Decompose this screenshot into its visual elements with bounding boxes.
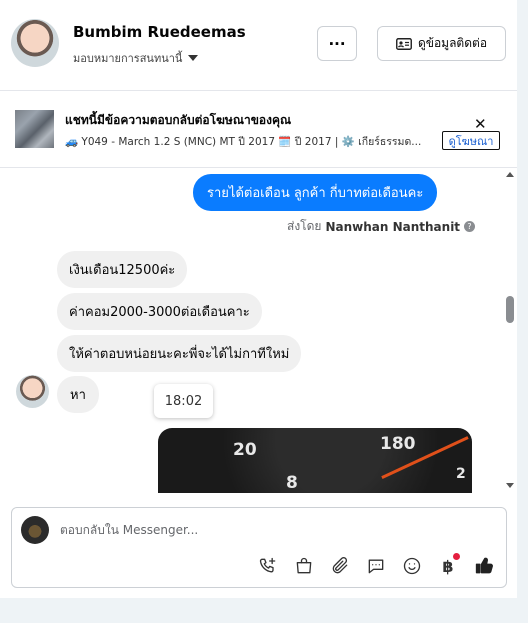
more-options-button[interactable]: ··· (317, 26, 357, 61)
page-avatar (21, 516, 49, 544)
reply-input[interactable] (60, 523, 460, 537)
call-add-icon[interactable] (256, 554, 280, 578)
ad-thumbnail[interactable] (15, 110, 54, 148)
composer-toolbar: ฿ (256, 553, 496, 578)
thumbs-up-icon[interactable] (472, 554, 496, 578)
shopping-bag-icon[interactable] (292, 554, 316, 578)
image-attachment[interactable]: 20 180 8 2 (158, 428, 472, 493)
view-contact-button[interactable]: ดูข้อมูลติดต่อ (377, 26, 506, 61)
contact-card-icon (396, 37, 412, 50)
incoming-message[interactable]: เงินเดือน12500ค่ะ (57, 251, 188, 288)
scroll-up-arrow-icon[interactable] (506, 172, 514, 177)
sender-avatar (16, 375, 49, 408)
scroll-down-arrow-icon[interactable] (506, 483, 514, 488)
ad-divider (0, 167, 517, 168)
sent-by-info: ส่งโดย Nanwhan Nanthanit ? (287, 217, 476, 236)
header-divider (0, 90, 517, 91)
help-icon[interactable]: ? (464, 221, 476, 232)
sent-by-name: Nanwhan Nanthanit (325, 219, 461, 234)
incoming-message[interactable]: ค่าคอม2000-3000ต่อเดือนคาะ (57, 293, 262, 330)
reply-composer: ฿ (11, 507, 507, 588)
outgoing-message[interactable]: รายได้ต่อเดือน ลูกค้า กี่บาทต่อเดือนคะ (193, 174, 438, 211)
baht-symbol: ฿ (442, 556, 454, 576)
gauge-label: 180 (380, 434, 416, 454)
view-contact-label: ดูข้อมูลติดต่อ (417, 36, 488, 50)
paperclip-icon[interactable] (328, 554, 352, 578)
baht-payment-icon[interactable]: ฿ (436, 553, 460, 578)
assign-label: มอบหมายการสนทนานี้ (73, 52, 183, 65)
ad-context-title: แชทนี้มีข้อความตอบกลับต่อโฆษณาของคุณ (65, 113, 292, 127)
ad-context-subtitle: 🚙 Y049 - March 1.2 S (MNC) MT ปี 2017 🗓️… (65, 136, 422, 148)
contact-name[interactable]: Bumbim Ruedeemas (73, 23, 246, 41)
view-ad-link[interactable]: ดูโฆษณา (442, 131, 500, 150)
close-icon[interactable]: ✕ (474, 117, 487, 132)
saved-reply-icon[interactable] (364, 554, 388, 578)
timestamp-tooltip: 18:02 (154, 384, 213, 418)
gauge-label: 2 (456, 466, 466, 482)
caret-down-icon (188, 55, 199, 61)
emoji-icon[interactable] (400, 554, 424, 578)
contact-avatar[interactable] (11, 19, 59, 67)
gauge-label: 8 (286, 473, 298, 493)
incoming-message[interactable]: ให้ค่าตอบหน่อยนะคะพี่จะได้ไม่กาทีใหม่ (57, 335, 302, 372)
gauge-label: 20 (233, 440, 257, 460)
incoming-message[interactable]: หา (57, 376, 99, 413)
conversation-panel: Bumbim Ruedeemas มอบหมายการสนทนานี้ ··· … (0, 0, 517, 598)
notification-dot (453, 553, 460, 560)
sent-by-prefix: ส่งโดย (287, 219, 322, 233)
assign-conversation-dropdown[interactable]: มอบหมายการสนทนานี้ (73, 49, 199, 67)
scrollbar-thumb[interactable] (506, 296, 514, 323)
